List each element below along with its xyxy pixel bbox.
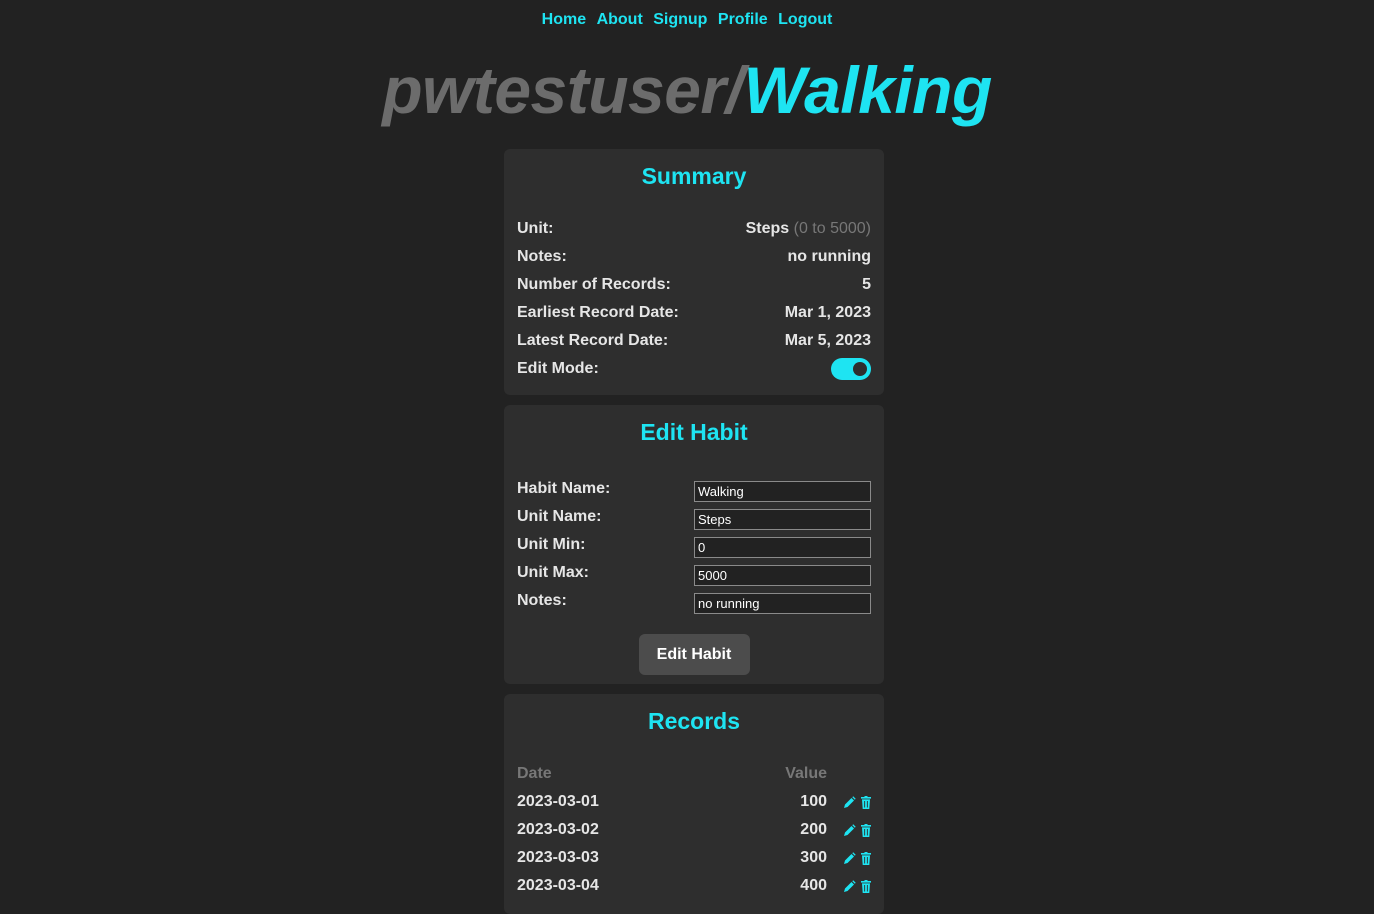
edit-mode-toggle-knob	[853, 362, 867, 376]
top-nav: Home About Signup Profile Logout	[0, 11, 1374, 29]
page-title-user: pwtestuser/	[382, 53, 744, 127]
summary-notes-label: Notes:	[517, 248, 567, 265]
summary-latest-value: Mar 5, 2023	[784, 332, 871, 349]
unit-min-label: Unit Min:	[517, 536, 586, 553]
habit-name-input[interactable]	[694, 480, 871, 502]
pencil-icon[interactable]	[843, 795, 856, 809]
summary-heading: Summary	[641, 163, 747, 189]
edit-mode-toggle[interactable]	[831, 358, 871, 380]
edit-habit-card: Edit Habit Habit Name: Unit Name: Unit M…	[504, 405, 884, 684]
summary-latest-label: Latest Record Date:	[517, 332, 669, 349]
notes-input[interactable]	[694, 592, 871, 614]
summary-earliest-value: Mar 1, 2023	[784, 304, 871, 321]
nav-logout-link[interactable]: Logout	[778, 11, 832, 28]
nav-profile-link[interactable]: Profile	[718, 11, 768, 28]
summary-count-value: 5	[862, 276, 871, 293]
table-row: 2023-03-01 100	[517, 788, 871, 816]
records-card: Records Date Value 2023-03-01 100 2023-0…	[504, 694, 884, 914]
edit-habit-heading: Edit Habit	[640, 419, 748, 445]
summary-earliest-row: Earliest Record Date: Mar 1, 2023	[517, 299, 871, 327]
habit-name-row: Habit Name:	[517, 475, 871, 503]
pencil-icon[interactable]	[843, 823, 856, 837]
nav-signup-link[interactable]: Signup	[653, 11, 707, 28]
summary-notes-value: no running	[787, 248, 871, 265]
notes-label: Notes:	[517, 592, 567, 609]
habit-name-label: Habit Name:	[517, 480, 611, 497]
unit-name-input[interactable]	[694, 508, 871, 530]
nav-home-link[interactable]: Home	[542, 11, 586, 28]
table-row: 2023-03-04 400	[517, 872, 871, 900]
unit-min-row: Unit Min:	[517, 531, 871, 559]
record-date: 2023-03-02	[517, 821, 599, 838]
unit-max-label: Unit Max:	[517, 564, 589, 581]
summary-earliest-label: Earliest Record Date:	[517, 304, 679, 321]
summary-unit-value-group: Steps (0 to 5000)	[746, 220, 871, 238]
summary-unit-row: Unit: Steps (0 to 5000)	[517, 215, 871, 243]
table-row: 2023-03-03 300	[517, 844, 871, 872]
trash-icon[interactable]	[861, 851, 871, 865]
record-date: 2023-03-01	[517, 793, 599, 810]
unit-name-label: Unit Name:	[517, 508, 602, 525]
pencil-icon[interactable]	[843, 851, 856, 865]
records-col-value: Value	[785, 765, 827, 782]
table-row: 2023-03-02 200	[517, 816, 871, 844]
trash-icon[interactable]	[861, 795, 871, 809]
page-title: pwtestuser/Walking	[0, 52, 1374, 128]
record-value: 200	[800, 821, 827, 838]
record-date: 2023-03-03	[517, 849, 599, 866]
summary-card: Summary Unit: Steps (0 to 5000) Notes: n…	[504, 149, 884, 395]
trash-icon[interactable]	[861, 879, 871, 893]
unit-min-input[interactable]	[694, 536, 871, 558]
nav-about-link[interactable]: About	[597, 11, 643, 28]
page-title-habit: Walking	[743, 53, 992, 127]
record-value: 400	[800, 877, 827, 894]
unit-max-input[interactable]	[694, 564, 871, 586]
records-col-date: Date	[517, 765, 552, 782]
summary-count-label: Number of Records:	[517, 276, 671, 293]
summary-count-row: Number of Records: 5	[517, 271, 871, 299]
records-header-row: Date Value	[517, 760, 871, 788]
unit-name-row: Unit Name:	[517, 503, 871, 531]
summary-edit-mode-label: Edit Mode:	[517, 360, 599, 377]
summary-latest-row: Latest Record Date: Mar 5, 2023	[517, 327, 871, 355]
summary-unit-value: Steps	[745, 220, 790, 237]
record-date: 2023-03-04	[517, 877, 599, 894]
unit-max-row: Unit Max:	[517, 559, 871, 587]
summary-unit-label: Unit:	[517, 220, 554, 237]
summary-notes-row: Notes: no running	[517, 243, 871, 271]
record-value: 100	[800, 793, 827, 810]
records-heading: Records	[647, 708, 741, 734]
trash-icon[interactable]	[861, 823, 871, 837]
summary-unit-range: (0 to 5000)	[793, 220, 871, 237]
pencil-icon[interactable]	[843, 879, 856, 893]
summary-edit-mode-row: Edit Mode:	[517, 355, 871, 383]
edit-habit-button[interactable]: Edit Habit	[638, 634, 750, 675]
notes-row: Notes:	[517, 587, 871, 615]
record-value: 300	[800, 849, 827, 866]
